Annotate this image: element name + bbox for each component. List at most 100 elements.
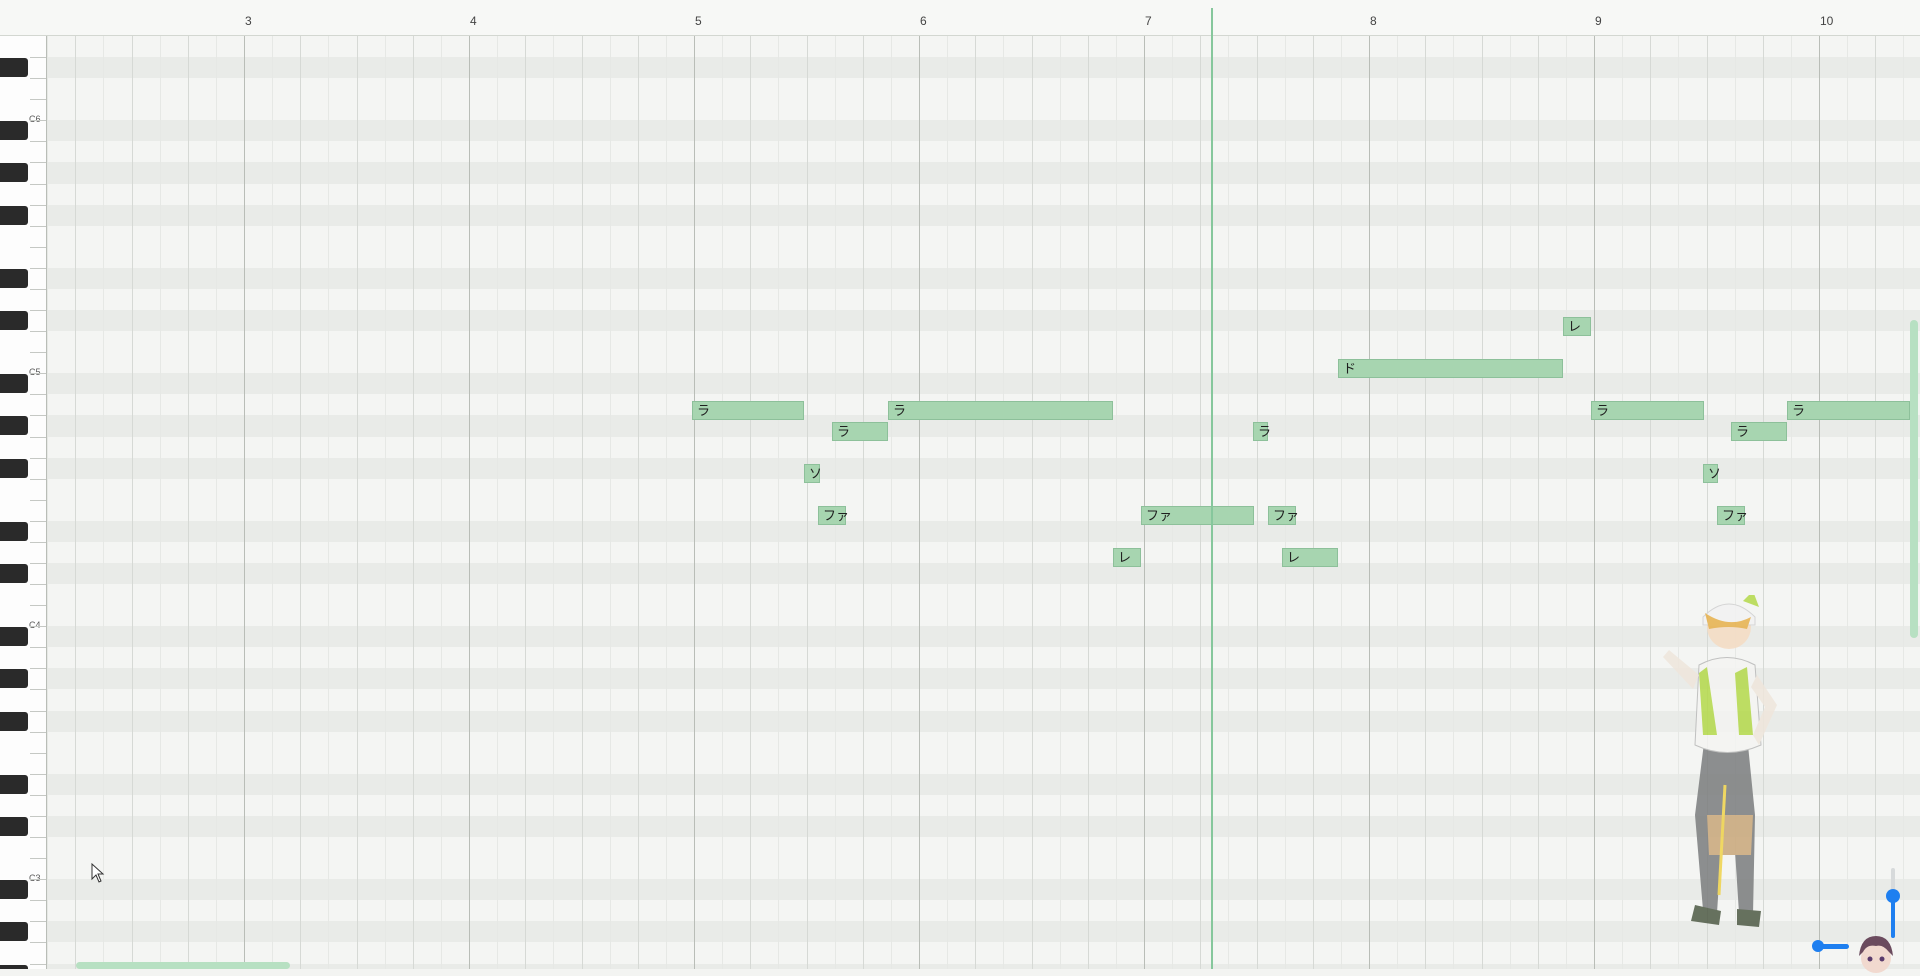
key-divider bbox=[30, 584, 46, 586]
beat-line bbox=[1003, 36, 1004, 969]
key-divider bbox=[30, 879, 46, 881]
key-divider bbox=[30, 267, 46, 269]
beat-line bbox=[1313, 36, 1314, 969]
key-divider bbox=[30, 626, 46, 628]
note[interactable]: ラ bbox=[888, 401, 1113, 420]
black-key[interactable] bbox=[0, 880, 28, 900]
black-key[interactable] bbox=[0, 163, 28, 183]
bar-number: 10 bbox=[1820, 14, 1834, 28]
black-key[interactable] bbox=[0, 711, 28, 731]
bar-ruler[interactable]: 3 4 5 6 7 8 9 10 bbox=[0, 0, 1920, 36]
vertical-scrollbar[interactable] bbox=[1910, 320, 1918, 638]
key-divider bbox=[30, 310, 46, 312]
note[interactable]: ファ bbox=[1141, 506, 1254, 525]
note[interactable]: ファ bbox=[818, 506, 849, 525]
note[interactable]: レ bbox=[1282, 548, 1338, 567]
key-divider bbox=[30, 942, 46, 944]
key-divider bbox=[30, 225, 46, 227]
black-key[interactable] bbox=[0, 374, 28, 394]
note[interactable]: ラ bbox=[1591, 401, 1704, 420]
black-key[interactable] bbox=[0, 521, 28, 541]
black-key[interactable] bbox=[0, 564, 28, 583]
key-divider bbox=[30, 415, 46, 417]
note[interactable]: ファ bbox=[1268, 506, 1299, 525]
beat-line bbox=[610, 36, 611, 969]
beat-line bbox=[638, 36, 639, 969]
note[interactable]: レ bbox=[1113, 548, 1141, 567]
black-key[interactable] bbox=[0, 669, 28, 689]
beat-line bbox=[1650, 36, 1651, 969]
key-divider bbox=[30, 331, 46, 333]
singer-avatar-icon[interactable] bbox=[1853, 930, 1899, 976]
note[interactable]: ド bbox=[1338, 359, 1563, 378]
key-divider bbox=[30, 752, 46, 754]
horizontal-zoom-slider[interactable] bbox=[1812, 940, 1824, 952]
black-key[interactable] bbox=[0, 268, 28, 288]
note[interactable]: ラ bbox=[692, 401, 804, 420]
black-key[interactable] bbox=[0, 816, 28, 836]
beat-line bbox=[385, 36, 386, 969]
beat-line bbox=[1200, 36, 1201, 969]
beat-line bbox=[469, 36, 470, 969]
beat-line bbox=[1538, 36, 1539, 969]
black-key[interactable] bbox=[0, 458, 28, 478]
beat-line bbox=[216, 36, 217, 969]
key-divider bbox=[30, 815, 46, 817]
beat-line bbox=[1622, 36, 1623, 969]
beat-line bbox=[1425, 36, 1426, 969]
black-key[interactable] bbox=[0, 627, 28, 647]
key-divider bbox=[30, 689, 46, 691]
beat-line bbox=[357, 36, 358, 969]
horizontal-scrollbar[interactable] bbox=[76, 962, 290, 969]
note[interactable]: ファ bbox=[1717, 506, 1748, 525]
note[interactable]: ラ bbox=[1731, 422, 1787, 441]
key-divider bbox=[30, 141, 46, 143]
black-key[interactable] bbox=[0, 121, 28, 141]
piano-roll-grid[interactable] bbox=[47, 36, 1920, 969]
beat-line bbox=[413, 36, 414, 969]
beat-line bbox=[1594, 36, 1595, 969]
note[interactable]: ラ bbox=[1787, 401, 1910, 420]
black-key[interactable] bbox=[0, 205, 28, 225]
playhead[interactable] bbox=[1211, 8, 1213, 969]
bar-number: 8 bbox=[1370, 14, 1377, 28]
beat-line bbox=[1228, 36, 1229, 969]
note[interactable]: レ bbox=[1563, 317, 1591, 336]
bar-number: 5 bbox=[695, 14, 702, 28]
beat-line bbox=[722, 36, 723, 969]
key-divider bbox=[30, 288, 46, 290]
key-divider bbox=[30, 837, 46, 839]
beat-line bbox=[1510, 36, 1511, 969]
key-divider bbox=[30, 731, 46, 733]
black-key[interactable] bbox=[0, 416, 28, 436]
character-illustration bbox=[1655, 591, 1805, 940]
beat-line bbox=[807, 36, 808, 969]
key-divider bbox=[30, 520, 46, 522]
key-divider bbox=[30, 120, 46, 122]
beat-line bbox=[1060, 36, 1061, 969]
bar-number: 3 bbox=[245, 14, 252, 28]
beat-line bbox=[244, 36, 245, 969]
beat-line bbox=[1285, 36, 1286, 969]
black-key[interactable] bbox=[0, 58, 28, 78]
beat-line bbox=[1088, 36, 1089, 969]
beat-line bbox=[103, 36, 104, 969]
note[interactable]: ソ bbox=[1703, 464, 1721, 483]
note[interactable]: ラ bbox=[1253, 422, 1271, 441]
black-key[interactable] bbox=[0, 922, 28, 942]
black-key[interactable] bbox=[0, 774, 28, 794]
black-key[interactable] bbox=[0, 964, 28, 969]
beat-line bbox=[666, 36, 667, 969]
key-divider bbox=[30, 541, 46, 543]
vertical-zoom-slider[interactable] bbox=[1886, 889, 1900, 903]
key-divider bbox=[30, 647, 46, 649]
octave-label-c4: C4 bbox=[29, 620, 41, 630]
beat-line bbox=[272, 36, 273, 969]
key-divider bbox=[30, 373, 46, 375]
key-divider bbox=[30, 183, 46, 185]
note[interactable]: ソ bbox=[804, 464, 822, 483]
note[interactable]: ラ bbox=[832, 422, 888, 441]
piano-keyboard[interactable]: C6 C5 C4 C3 bbox=[0, 36, 47, 969]
black-key[interactable] bbox=[0, 311, 28, 331]
key-divider bbox=[30, 394, 46, 396]
